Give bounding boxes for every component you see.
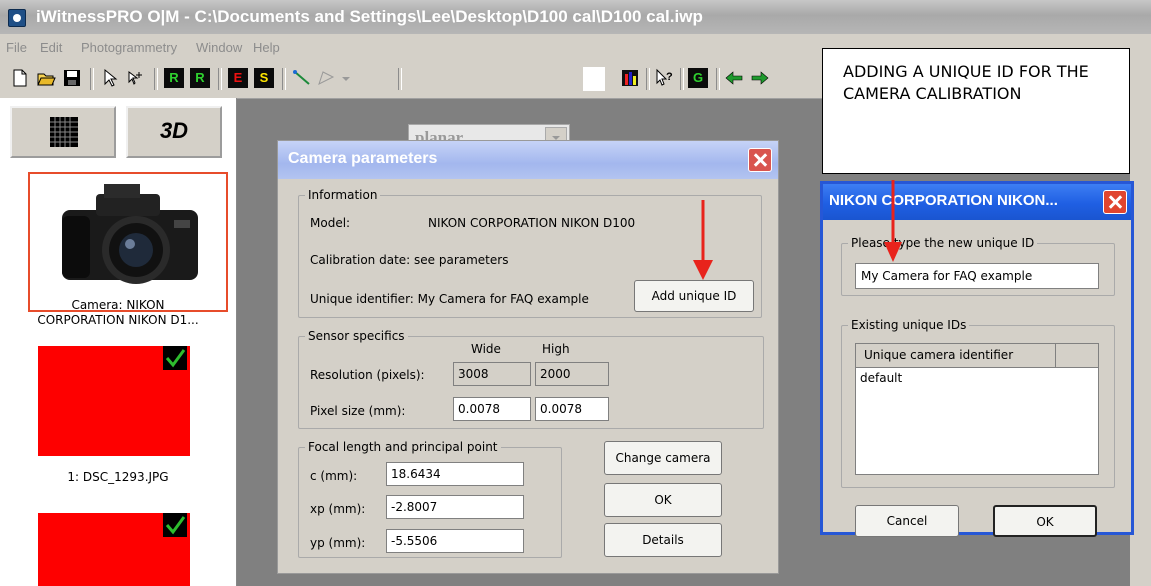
resolution-wide-field: 3008 <box>453 362 531 386</box>
check-icon <box>163 346 187 370</box>
unique-identifier: Unique identifier: My Camera for FAQ exa… <box>310 292 589 306</box>
e-tool-icon[interactable]: E <box>228 68 248 88</box>
dialog-titlebar[interactable]: Camera parameters <box>278 141 778 179</box>
dropdown-arrow-icon[interactable] <box>340 68 352 88</box>
resolution-label: Resolution (pixels): <box>310 368 425 382</box>
s-tool-icon[interactable]: S <box>254 68 274 88</box>
ok-button[interactable]: OK <box>993 505 1097 537</box>
3d-label: 3D <box>159 118 189 143</box>
camera-caption-line1: Camera: NIKON <box>71 298 165 312</box>
toolbar-separator <box>680 68 684 90</box>
close-icon[interactable] <box>748 148 772 172</box>
pixel-size-wide-field[interactable]: 0.0078 <box>453 397 531 421</box>
focal-legend: Focal length and principal point <box>308 440 498 454</box>
annotation-box: ADDING A UNIQUE ID FOR THE CAMERA CALIBR… <box>822 48 1130 174</box>
dialog-title: Camera parameters <box>288 150 438 167</box>
arrow-right-icon[interactable] <box>750 68 770 88</box>
toolbar-separator <box>90 68 94 90</box>
pointer-icon[interactable] <box>100 68 120 88</box>
help-pointer-icon[interactable]: ? <box>654 68 674 88</box>
unique-id-dialog-title: NIKON CORPORATION NIKON... <box>829 192 1058 209</box>
column-header[interactable]: Unique camera identifier <box>856 344 1056 368</box>
toolbar-separator <box>398 68 402 90</box>
color-swatch[interactable] <box>582 66 606 92</box>
details-button[interactable]: Details <box>604 523 722 557</box>
c-label: c (mm): <box>310 469 358 483</box>
sensor-legend: Sensor specifics <box>308 329 405 343</box>
color-bars-icon[interactable] <box>620 68 640 88</box>
camera-thumbnail[interactable] <box>28 172 228 312</box>
unique-id-dialog: NIKON CORPORATION NIKON... Please type t… <box>820 181 1134 537</box>
cancel-button[interactable]: Cancel <box>855 505 959 537</box>
camera-caption-line2: CORPORATION NIKON D1... <box>37 313 199 327</box>
grid-icon <box>50 117 78 147</box>
reference-r-icon[interactable]: R <box>164 68 184 88</box>
window-titlebar[interactable]: iWitnessPRO O|M - C:\Documents and Setti… <box>0 0 1151 34</box>
toolbar-separator <box>716 68 720 90</box>
save-icon[interactable] <box>62 68 82 88</box>
grid-view-button[interactable] <box>10 106 116 158</box>
red-arrow-icon <box>884 180 902 262</box>
information-legend: Information <box>308 188 378 202</box>
existing-ids-legend: Existing unique IDs <box>851 318 967 332</box>
3d-view-button[interactable]: 3D <box>126 106 222 158</box>
menu-file[interactable]: File <box>6 40 27 55</box>
change-camera-button[interactable]: Change camera <box>604 441 722 475</box>
pixel-size-label: Pixel size (mm): <box>310 404 406 418</box>
red-arrow-icon <box>693 200 713 280</box>
c-field[interactable]: 18.6434 <box>386 462 524 486</box>
reference-r2-icon[interactable]: R <box>190 68 210 88</box>
new-id-legend: Please type the new unique ID <box>851 236 1035 250</box>
resolution-high-field: 2000 <box>535 362 609 386</box>
close-icon[interactable] <box>1103 190 1127 214</box>
existing-ids-list[interactable]: Unique camera identifier default <box>855 343 1099 475</box>
toolbar-separator <box>646 68 650 90</box>
menu-edit[interactable]: Edit <box>40 40 62 55</box>
new-file-icon[interactable] <box>10 68 30 88</box>
check-icon <box>163 513 187 537</box>
menu-window[interactable]: Window <box>196 40 242 55</box>
add-unique-id-button[interactable]: Add unique ID <box>634 280 754 312</box>
model-value: NIKON CORPORATION NIKON D100 <box>428 216 636 230</box>
arrow-left-icon[interactable] <box>724 68 744 88</box>
pixel-size-high-field[interactable]: 0.0078 <box>535 397 609 421</box>
camera-icon <box>62 184 198 284</box>
toolbar-separator <box>154 68 158 90</box>
open-folder-icon[interactable] <box>36 68 56 88</box>
svg-text:?: ? <box>666 71 673 83</box>
line-tool-icon[interactable] <box>292 68 312 88</box>
wide-header: Wide <box>471 342 501 356</box>
list-item[interactable]: default <box>860 371 902 385</box>
toolbar-separator <box>282 68 286 90</box>
toolbar-separator <box>218 68 222 90</box>
calibration-date: Calibration date: see parameters <box>310 253 509 267</box>
annotation-text: ADDING A UNIQUE ID FOR THE CAMERA CALIBR… <box>843 62 1089 103</box>
add-point-icon[interactable] <box>126 68 146 88</box>
window-title: iWitnessPRO O|M - C:\Documents and Setti… <box>36 7 703 26</box>
ok-button[interactable]: OK <box>604 483 722 517</box>
g-tool-icon[interactable]: G <box>688 68 708 88</box>
unique-id-dialog-titlebar[interactable]: NIKON CORPORATION NIKON... <box>823 184 1131 220</box>
app-icon[interactable] <box>8 9 26 27</box>
xp-field[interactable]: -2.8007 <box>386 495 524 519</box>
xp-label: xp (mm): <box>310 502 366 516</box>
new-id-input[interactable]: My Camera for FAQ example <box>855 263 1099 289</box>
menu-photogrammetry[interactable]: Photogrammetry <box>81 40 177 55</box>
yp-field[interactable]: -5.5506 <box>386 529 524 553</box>
image1-caption: 1: DSC_1293.JPG <box>67 470 169 484</box>
high-header: High <box>542 342 570 356</box>
menu-help[interactable]: Help <box>253 40 280 55</box>
model-label: Model: <box>310 216 351 230</box>
yp-label: yp (mm): <box>310 536 366 550</box>
column-header-filler <box>1056 344 1098 368</box>
polygon-tool-icon[interactable] <box>316 68 336 88</box>
